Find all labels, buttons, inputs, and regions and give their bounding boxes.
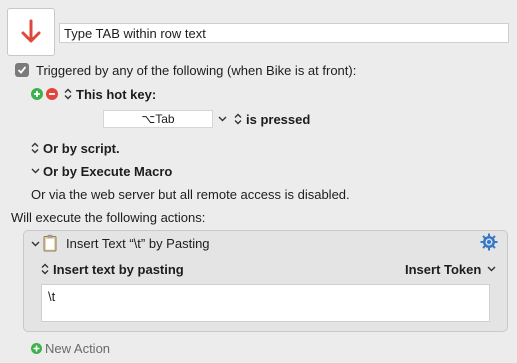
- or-by-script-toggle[interactable]: Or by script.: [31, 141, 120, 156]
- minus-icon: [49, 93, 55, 95]
- actions-header: Will execute the following actions:: [11, 210, 206, 225]
- web-server-note: Or via the web server but all remote acc…: [31, 187, 350, 202]
- clipboard-icon: [43, 234, 57, 255]
- trigger-checkbox[interactable]: [15, 63, 29, 77]
- action-collapse-toggle[interactable]: [31, 237, 40, 252]
- gear-icon: [480, 233, 498, 251]
- chevron-down-icon: [218, 116, 227, 122]
- new-action-label: New Action: [45, 341, 111, 356]
- red-down-arrow-icon: [21, 19, 41, 43]
- action-title: Insert Text “\t” by Pasting: [66, 236, 210, 251]
- action-gear-button[interactable]: [480, 233, 498, 254]
- updown-chevron-icon: [64, 88, 72, 100]
- chevron-down-icon: [31, 241, 40, 247]
- add-trigger-button[interactable]: [31, 88, 43, 100]
- checkmark-icon: [17, 66, 27, 74]
- hotkey-trigger-type-popup[interactable]: This hot key:: [64, 87, 156, 102]
- insert-token-menu[interactable]: Insert Token: [405, 262, 496, 277]
- remove-trigger-button[interactable]: [46, 88, 58, 100]
- macro-icon-well[interactable]: [7, 8, 55, 56]
- or-by-execute-macro-toggle[interactable]: Or by Execute Macro: [31, 164, 172, 179]
- insert-text-field[interactable]: \t: [41, 284, 490, 322]
- insert-mode-label: Insert text by pasting: [53, 262, 184, 277]
- new-action-button[interactable]: New Action: [31, 341, 110, 356]
- updown-chevron-icon: [41, 263, 49, 275]
- insert-token-label: Insert Token: [405, 262, 482, 277]
- hotkey-options-chevron[interactable]: [218, 112, 227, 127]
- trigger-label: Triggered by any of the following (when …: [36, 63, 357, 78]
- plus-circle-icon: [31, 343, 42, 354]
- updown-chevron-icon: [234, 113, 242, 125]
- hotkey-field[interactable]: ⌥Tab: [103, 110, 213, 128]
- updown-chevron-icon: [31, 142, 39, 154]
- hotkey-trigger-label: This hot key:: [76, 87, 157, 102]
- pressed-mode-label: is pressed: [246, 112, 311, 127]
- chevron-down-icon: [487, 266, 496, 272]
- pressed-mode-popup[interactable]: is pressed: [234, 112, 310, 127]
- or-by-script-label: Or by script.: [43, 141, 120, 156]
- or-by-execute-macro-label: Or by Execute Macro: [43, 164, 173, 179]
- macro-name-field[interactable]: Type TAB within row text: [59, 23, 509, 43]
- plus-icon: [34, 91, 40, 97]
- chevron-down-icon: [31, 168, 40, 174]
- insert-mode-popup[interactable]: Insert text by pasting: [41, 262, 184, 277]
